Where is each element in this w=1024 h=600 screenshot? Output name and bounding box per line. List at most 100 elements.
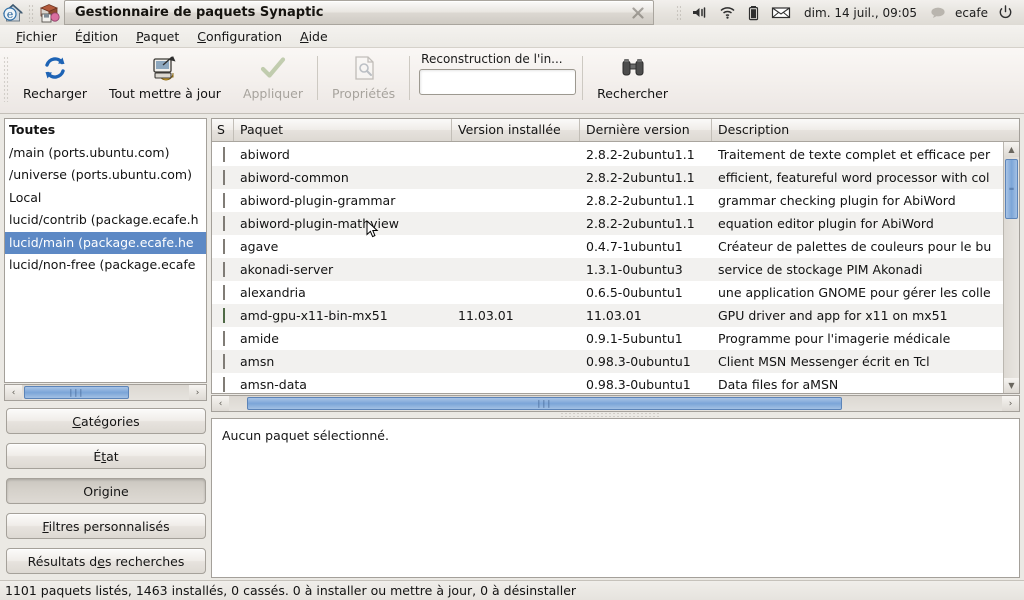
scroll-right-icon[interactable]: › <box>189 385 206 400</box>
hscroll-track[interactable]: ∣∣∣ <box>229 396 1002 411</box>
scroll-left-icon[interactable]: ‹ <box>212 396 229 411</box>
package-checkbox[interactable] <box>223 285 225 300</box>
package-table-hscrollbar[interactable]: ‹ ∣∣∣ › <box>211 395 1020 412</box>
reload-button[interactable]: Recharger <box>12 48 98 106</box>
filter-list[interactable]: Toutes /main (ports.ubuntu.com) /univers… <box>4 118 207 383</box>
search-input[interactable] <box>419 69 577 95</box>
battery-icon[interactable] <box>742 2 765 23</box>
scroll-down-icon[interactable]: ▼ <box>1004 378 1019 393</box>
table-row[interactable]: abiword-plugin-grammar 2.8.2-2ubuntu1.1 … <box>212 189 1004 212</box>
table-row[interactable]: amsn-data 0.98.3-0ubuntu1 Data files for… <box>212 373 1004 393</box>
row-state-cell[interactable] <box>212 331 234 346</box>
filter-item-universe[interactable]: /universe (ports.ubuntu.com) <box>5 164 206 187</box>
row-package-name: amide <box>240 331 279 346</box>
row-state-cell[interactable] <box>212 239 234 254</box>
window-button-synaptic[interactable]: Gestionnaire de paquets Synaptic <box>64 0 654 25</box>
package-checkbox[interactable] <box>223 354 225 369</box>
package-detail-pane: Aucun paquet sélectionné. <box>211 418 1020 578</box>
menu-aide[interactable]: Aide <box>291 27 337 46</box>
package-checkbox[interactable] <box>223 331 225 346</box>
row-state-cell[interactable] <box>212 377 234 392</box>
column-header-state[interactable]: S <box>212 119 234 141</box>
wifi-icon[interactable] <box>714 2 741 23</box>
username-label[interactable]: ecafe <box>952 6 992 20</box>
etat-button[interactable]: État <box>6 443 206 469</box>
package-table-vscrollbar[interactable]: ▲ ═ ▼ <box>1003 142 1019 393</box>
package-checkbox[interactable] <box>223 193 225 208</box>
table-row[interactable]: abiword-common 2.8.2-2ubuntu1.1 efficien… <box>212 166 1004 189</box>
filtres-personnalises-button[interactable]: Filtres personnalisés <box>6 513 206 539</box>
row-state-cell[interactable] <box>212 308 234 323</box>
upgrade-all-button[interactable]: Tout mettre à jour <box>98 48 232 106</box>
power-icon[interactable] <box>993 2 1018 23</box>
row-state-cell[interactable] <box>212 216 234 231</box>
row-description: GPU driver and app for x11 on mx51 <box>718 308 948 323</box>
volume-icon[interactable] <box>686 2 713 23</box>
column-header-package[interactable]: Paquet <box>234 119 452 141</box>
table-row[interactable]: akonadi-server 1.3.1-0ubuntu3 service de… <box>212 258 1004 281</box>
package-checkbox[interactable] <box>223 147 225 162</box>
filter-item-toutes[interactable]: Toutes <box>5 119 206 142</box>
vscroll-thumb[interactable]: ═ <box>1005 159 1018 219</box>
row-state-cell[interactable] <box>212 170 234 185</box>
toolbar-separator-3 <box>582 56 584 100</box>
table-row[interactable]: amsn 0.98.3-0ubuntu1 Client MSN Messenge… <box>212 350 1004 373</box>
package-checkbox[interactable] <box>223 216 225 231</box>
hscroll-thumb[interactable]: ∣∣∣ <box>247 397 842 410</box>
filter-item-main[interactable]: /main (ports.ubuntu.com) <box>5 142 206 165</box>
table-row[interactable]: abiword 2.8.2-2ubuntu1.1 Traitement de t… <box>212 143 1004 166</box>
menu-paquet[interactable]: Paquet <box>127 27 188 46</box>
categories-button[interactable]: Catégories <box>6 408 206 434</box>
scroll-up-icon[interactable]: ▲ <box>1004 142 1019 157</box>
search-button[interactable]: Rechercher <box>586 48 679 106</box>
row-state-cell[interactable] <box>212 147 234 162</box>
column-header-installed-version[interactable]: Version installée <box>452 119 580 141</box>
package-checkbox[interactable] <box>223 308 225 323</box>
table-row[interactable]: abiword-plugin-mathview 2.8.2-2ubuntu1.1… <box>212 212 1004 235</box>
toolbar: Recharger Tout mettre à jour Appliquer P… <box>0 48 1024 114</box>
scroll-thumb[interactable]: ∣∣∣ <box>24 386 129 399</box>
clock[interactable]: dim. 14 juil., 09:05 <box>797 6 924 20</box>
row-state-cell[interactable] <box>212 193 234 208</box>
column-header-description[interactable]: Description <box>712 119 1019 141</box>
close-icon[interactable] <box>631 6 645 20</box>
scroll-left-icon[interactable]: ‹ <box>5 385 22 400</box>
search-button-label: Rechercher <box>597 86 668 101</box>
resultats-recherches-button[interactable]: Résultats des recherches <box>6 548 206 574</box>
row-description: Programme pour l'imagerie médicale <box>718 331 951 346</box>
home-browser-icon[interactable]: e <box>2 2 24 24</box>
origine-button[interactable]: Origine <box>6 478 206 504</box>
column-header-latest-version[interactable]: Dernière version <box>580 119 712 141</box>
row-state-cell[interactable] <box>212 354 234 369</box>
menu-configuration[interactable]: Configuration <box>188 27 291 46</box>
scroll-right-icon[interactable]: › <box>1002 396 1019 411</box>
filter-item-lucid-contrib[interactable]: lucid/contrib (package.ecafe.h <box>5 209 206 232</box>
mail-icon[interactable] <box>766 2 796 23</box>
vscroll-track[interactable]: ═ <box>1004 157 1019 378</box>
filter-item-lucid-main[interactable]: lucid/main (package.ecafe.he <box>5 231 206 254</box>
package-checkbox[interactable] <box>223 377 225 392</box>
filter-item-local[interactable]: Local <box>5 187 206 210</box>
scroll-track[interactable]: ∣∣∣ <box>22 385 189 400</box>
row-package-name: akonadi-server <box>240 262 334 277</box>
launcher-grip <box>28 3 34 22</box>
filter-item-lucid-nonfree[interactable]: lucid/non-free (package.ecafe <box>5 254 206 277</box>
table-row[interactable]: amd-gpu-x11-bin-mx51 11.03.01 11.03.01 G… <box>212 304 1004 327</box>
table-row[interactable]: agave 0.4.7-1ubuntu1 Créateur de palette… <box>212 235 1004 258</box>
menu-edition[interactable]: Édition <box>66 27 127 46</box>
filter-list-hscrollbar[interactable]: ‹ ∣∣∣ › <box>4 384 207 401</box>
row-state-cell[interactable] <box>212 285 234 300</box>
tray-grip <box>676 4 682 21</box>
package-checkbox[interactable] <box>223 239 225 254</box>
package-checkbox[interactable] <box>223 170 225 185</box>
toolbar-grip[interactable] <box>3 56 9 102</box>
table-row[interactable]: alexandria 0.6.5-0ubuntu1 une applicatio… <box>212 281 1004 304</box>
package-checkbox[interactable] <box>223 262 225 277</box>
menu-fichier[interactable]: FFichierichier <box>7 27 66 46</box>
apply-button[interactable]: Appliquer <box>232 48 314 106</box>
row-state-cell[interactable] <box>212 262 234 277</box>
package-manager-icon[interactable] <box>38 2 60 24</box>
table-row[interactable]: amide 0.9.1-5ubuntu1 Programme pour l'im… <box>212 327 1004 350</box>
chat-icon[interactable] <box>925 2 951 23</box>
properties-button[interactable]: Propriétés <box>321 48 406 106</box>
